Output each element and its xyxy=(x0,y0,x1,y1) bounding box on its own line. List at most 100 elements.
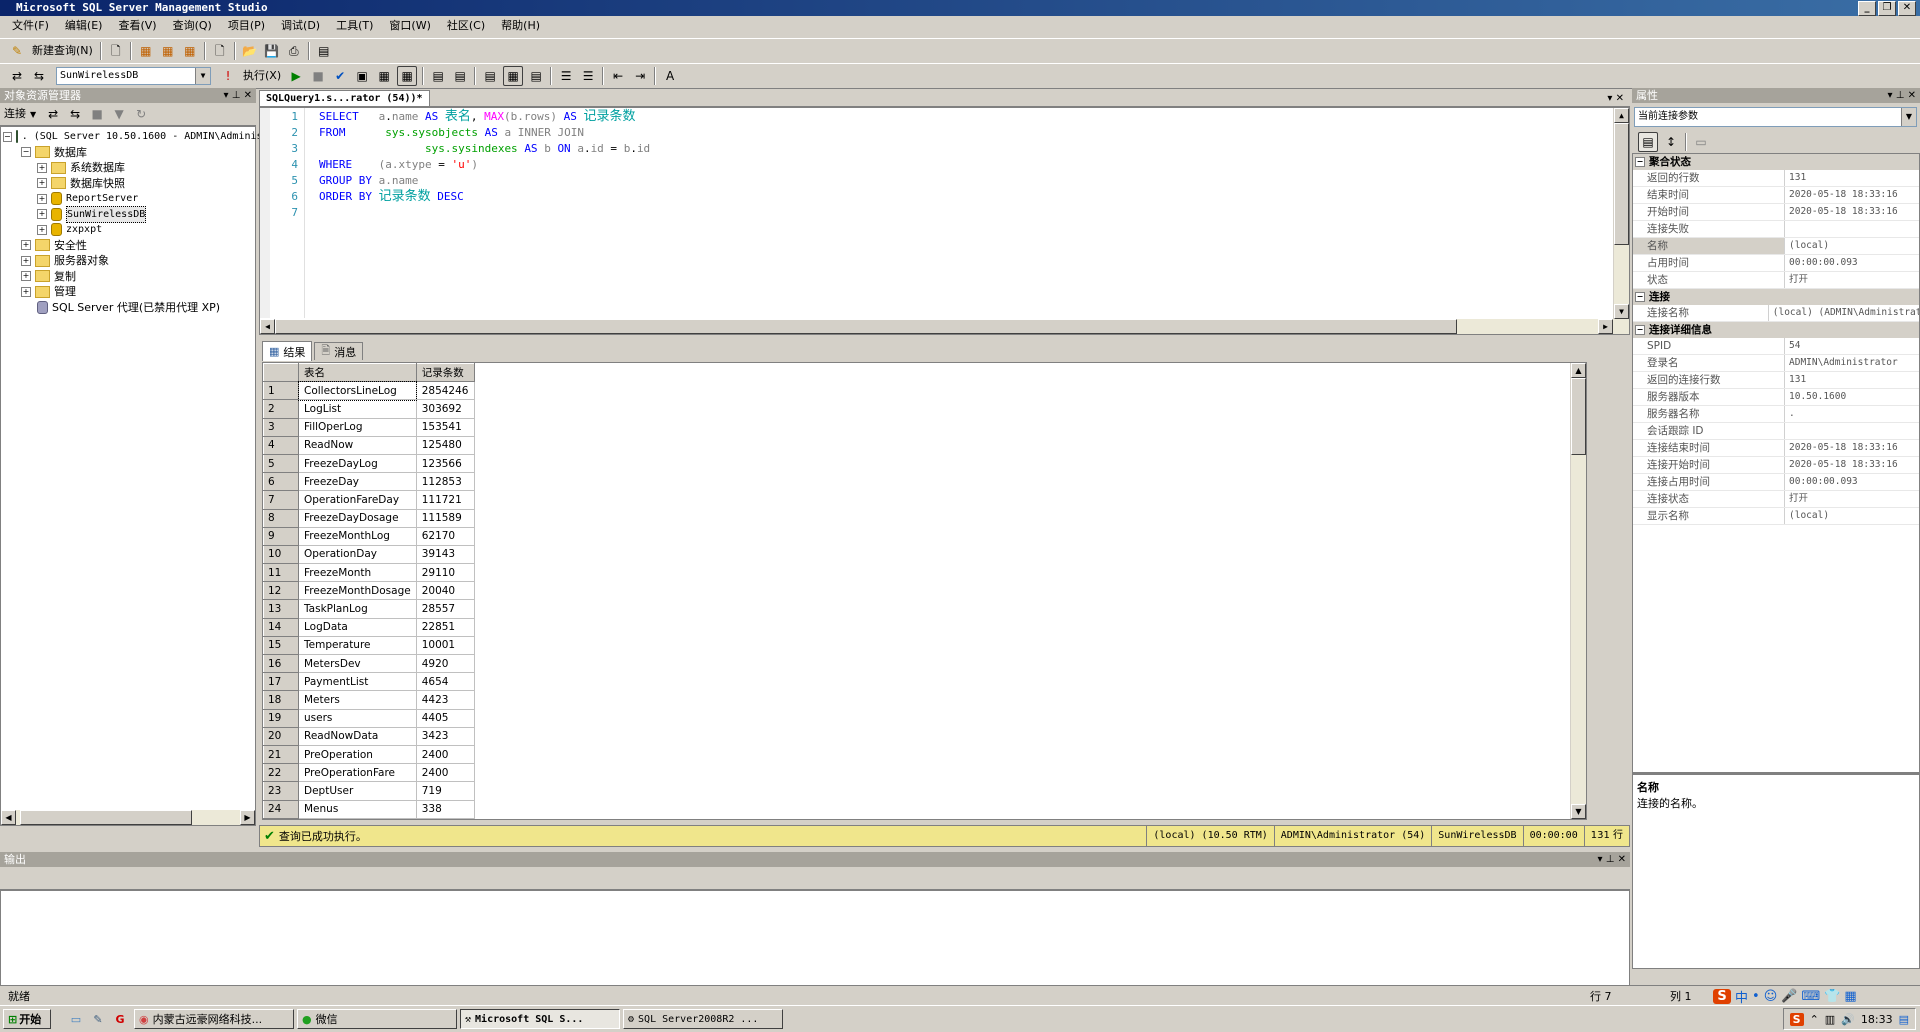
results-to-text-icon[interactable]: ▤ xyxy=(481,67,499,85)
microphone-icon[interactable]: 🎤 xyxy=(1781,989,1797,1004)
connect-dropdown[interactable]: 连接 xyxy=(0,104,30,124)
cell-table-name[interactable]: ReadNowData xyxy=(298,726,417,746)
scroll-thumb[interactable] xyxy=(1571,378,1586,455)
expand-icon[interactable]: + xyxy=(21,271,31,282)
table-row[interactable]: 21 PreOperation 2400 xyxy=(263,744,475,765)
expand-icon[interactable]: + xyxy=(21,255,31,266)
results-to-file-icon[interactable]: ▤ xyxy=(527,67,545,85)
cell-record-count[interactable]: 4423 xyxy=(415,690,475,710)
connect-icon[interactable]: ⇄ xyxy=(8,67,26,85)
show-desktop-icon[interactable]: ▭ xyxy=(65,1013,87,1026)
activity-monitor-icon[interactable]: ▤ xyxy=(315,42,333,60)
cell-record-count[interactable]: 4405 xyxy=(415,708,475,728)
object-explorer-hscroll[interactable]: ◀ ▶ xyxy=(1,810,255,825)
row-header[interactable]: 21 xyxy=(263,744,299,765)
property-category[interactable]: − 聚合状态 xyxy=(1633,154,1919,170)
print-icon[interactable]: ⎙ xyxy=(285,42,303,60)
property-row[interactable]: 连接占用时间 00:00:00.093 xyxy=(1633,474,1919,491)
clock[interactable]: 18:33 xyxy=(1861,1013,1893,1026)
cell-table-name[interactable]: users xyxy=(298,708,417,728)
table-row[interactable]: 7 OperationFareDay 111721 xyxy=(263,490,475,510)
cell-table-name[interactable]: FreezeDayDosage xyxy=(298,508,417,528)
sql-editor[interactable]: 1 2 3 4 5 6 7 SELECT a.name AS 表名, MAX(b.rows)… xyxy=(259,107,1630,335)
cell-table-name[interactable]: FreezeDayLog xyxy=(298,453,417,474)
menu-item[interactable]: 社区(C) xyxy=(439,16,493,36)
cell-table-name[interactable]: Menus xyxy=(298,799,417,819)
expand-icon[interactable]: + xyxy=(37,209,47,220)
cell-record-count[interactable]: 4654 xyxy=(415,672,475,692)
cell-table-name[interactable]: FreezeMonthDosage xyxy=(298,581,417,601)
cell-table-name[interactable]: FillOperLog xyxy=(298,417,417,437)
punctuation-icon[interactable]: • xyxy=(1752,989,1760,1004)
output-content[interactable] xyxy=(0,890,1630,986)
include-plan-icon[interactable]: ▦ xyxy=(375,67,393,85)
table-row[interactable]: 13 TaskPlanLog 28557 xyxy=(263,599,475,619)
new-query-button[interactable]: 新建查询(N) xyxy=(28,41,97,61)
comment-icon[interactable]: ☰ xyxy=(557,67,575,85)
pin-icon[interactable]: ▾ ⊥ ✕ xyxy=(1888,88,1920,103)
tree-node-database[interactable]: + ReportServer xyxy=(3,191,255,207)
change-connection-icon[interactable]: ⇆ xyxy=(30,67,48,85)
tree-node-folder[interactable]: + 服务器对象 xyxy=(3,253,255,269)
row-header[interactable]: 22 xyxy=(263,763,299,783)
table-row[interactable]: 5 FreezeDayLog 123566 xyxy=(263,453,475,474)
categorized-icon[interactable]: ▤ xyxy=(1638,132,1658,152)
corner-cell[interactable] xyxy=(263,363,299,383)
tab-results[interactable]: ▦ 结果 xyxy=(262,341,313,361)
stop-icon[interactable]: ■ xyxy=(88,105,106,123)
table-row[interactable]: 18 Meters 4423 xyxy=(263,690,475,710)
results-grid-active-icon[interactable]: ▦ xyxy=(503,66,524,86)
property-pages-icon[interactable]: ▭ xyxy=(1692,133,1710,151)
scroll-right-icon[interactable]: ▶ xyxy=(1598,319,1613,334)
cell-table-name[interactable]: MetersDev xyxy=(298,653,417,674)
row-header[interactable]: 4 xyxy=(263,435,299,455)
cell-table-name[interactable]: ReadNow xyxy=(298,435,417,455)
property-row[interactable]: 服务器名称. xyxy=(1633,406,1919,423)
cell-table-name[interactable]: OperationDay xyxy=(298,544,417,565)
menu-item[interactable]: 项目(P) xyxy=(220,16,273,36)
scroll-right-icon[interactable]: ▶ xyxy=(240,810,255,825)
taskbar-item-ssms[interactable]: ⚒ Microsoft SQL S... xyxy=(460,1009,620,1029)
cell-record-count[interactable]: 125480 xyxy=(415,435,475,455)
toolbox-icon[interactable]: ▦ xyxy=(1844,989,1856,1004)
notepad-icon[interactable]: ✎ xyxy=(87,1013,109,1026)
tray-sogou-icon[interactable]: S xyxy=(1789,1012,1804,1026)
row-header[interactable]: 19 xyxy=(263,708,299,728)
database-select[interactable]: SunWirelessDB ▼ xyxy=(56,67,211,85)
minimize-button[interactable]: _ xyxy=(1858,0,1876,16)
table-row[interactable]: 3 FillOperLog 153541 xyxy=(263,417,475,437)
property-row[interactable]: 会话跟踪 ID xyxy=(1633,423,1919,440)
cell-record-count[interactable]: 153541 xyxy=(415,417,475,437)
table-row[interactable]: 16 MetersDev 4920 xyxy=(263,653,475,674)
query-designer-icon[interactable]: ▣ xyxy=(353,67,371,85)
column-header-table-name[interactable]: 表名 xyxy=(298,363,417,383)
tree-node-folder[interactable]: + 复制 xyxy=(3,269,255,285)
tree-node-server[interactable]: − . (SQL Server 10.50.1600 - ADMIN\Admin… xyxy=(3,129,305,145)
row-header[interactable]: 9 xyxy=(263,526,299,546)
scroll-thumb[interactable] xyxy=(20,810,192,825)
cell-table-name[interactable]: PreOperation xyxy=(298,744,417,765)
row-header[interactable]: 2 xyxy=(263,399,299,419)
cell-record-count[interactable]: 111589 xyxy=(415,508,475,528)
property-row[interactable]: 名称 (local) xyxy=(1633,238,1919,255)
stop-icon[interactable]: ■ xyxy=(309,67,327,85)
table-row[interactable]: 12 FreezeMonthDosage 20040 xyxy=(263,581,475,601)
cell-table-name[interactable]: PreOperationFare xyxy=(298,763,417,783)
cell-record-count[interactable]: 20040 xyxy=(415,581,475,601)
table-row[interactable]: 10 OperationDay 39143 xyxy=(263,544,475,565)
decrease-indent-icon[interactable]: ⇤ xyxy=(609,67,627,85)
scroll-left-icon[interactable]: ◀ xyxy=(1,810,16,825)
cell-table-name[interactable]: FreezeDay xyxy=(298,472,417,492)
tree-node-folder[interactable]: + 管理 xyxy=(3,284,255,300)
results-to-grid-icon[interactable]: ▦ xyxy=(397,66,418,86)
table-row[interactable]: 11 FreezeMonth 29110 xyxy=(263,563,475,583)
table-row[interactable]: 15 Temperature 10001 xyxy=(263,635,475,656)
filter-icon[interactable]: ▼ xyxy=(110,105,128,123)
row-header[interactable]: 8 xyxy=(263,508,299,528)
connect-server-icon[interactable]: ⇄ xyxy=(44,105,62,123)
cell-record-count[interactable]: 39143 xyxy=(415,544,475,565)
cell-record-count[interactable]: 111721 xyxy=(415,490,475,510)
cell-record-count[interactable]: 2854246 xyxy=(415,381,475,401)
cell-table-name[interactable]: DeptUser xyxy=(298,781,417,801)
property-category[interactable]: − 连接 xyxy=(1633,289,1919,305)
